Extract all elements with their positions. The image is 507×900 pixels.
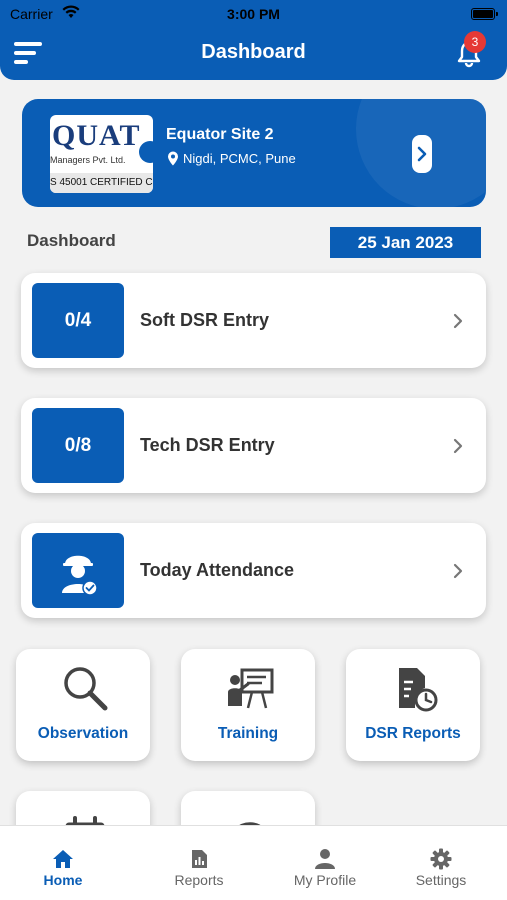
date-badge[interactable]: 25 Jan 2023	[330, 227, 481, 258]
nav-home-label: Home	[43, 872, 83, 888]
tech-dsr-entry-card[interactable]: 0/8 Tech DSR Entry	[21, 398, 486, 493]
training-tile[interactable]: Training	[181, 649, 315, 761]
nav-reports[interactable]: Reports	[136, 826, 262, 900]
site-name: Equator Site 2	[166, 126, 274, 143]
nav-my-profile-label: My Profile	[293, 872, 357, 888]
nav-reports-label: Reports	[174, 872, 224, 888]
soft-dsr-label: Soft DSR Entry	[140, 310, 270, 330]
tech-dsr-label: Tech DSR Entry	[140, 435, 275, 455]
profile-icon	[315, 849, 335, 869]
tech-dsr-count: 0/8	[32, 408, 124, 483]
attendance-label: Today Attendance	[140, 560, 295, 580]
bottom-navigation: Home Reports My Profile Settings	[0, 825, 507, 900]
location-pin-icon	[168, 151, 178, 166]
chevron-right-icon	[417, 146, 427, 162]
dsr-reports-tile[interactable]: DSR Reports	[346, 649, 480, 761]
logo-text: QUAT	[52, 119, 141, 152]
report-clock-icon	[399, 668, 438, 712]
logo-subtext: Managers Pvt. Ltd.	[50, 155, 126, 165]
training-board-icon	[228, 668, 274, 709]
notification-badge: 3	[464, 31, 486, 53]
chevron-right-icon	[453, 313, 463, 329]
battery-icon	[471, 8, 498, 20]
nav-settings[interactable]: Settings	[378, 826, 504, 900]
site-location: Nigdi, PCMC, Pune	[183, 151, 296, 166]
clock: 3:00 PM	[227, 6, 280, 22]
site-logo: QUAT Managers Pvt. Ltd. S 45001 CERTIFIE…	[50, 115, 153, 193]
logo-cert: S 45001 CERTIFIED C	[50, 173, 153, 193]
nav-my-profile[interactable]: My Profile	[262, 826, 388, 900]
soft-dsr-count: 0/4	[32, 283, 124, 358]
observation-tile[interactable]: Observation	[16, 649, 150, 761]
nav-home[interactable]: Home	[0, 826, 126, 900]
observation-label: Observation	[37, 725, 129, 742]
logo-wedge	[139, 141, 153, 163]
training-label: Training	[217, 725, 279, 742]
magnifier-icon	[64, 667, 108, 711]
site-card[interactable]: QUAT Managers Pvt. Ltd. S 45001 CERTIFIE…	[22, 99, 486, 207]
reports-icon	[192, 850, 207, 868]
dsr-reports-label: DSR Reports	[365, 725, 461, 742]
soft-dsr-entry-card[interactable]: 0/4 Soft DSR Entry	[21, 273, 486, 368]
page-title: Dashboard	[201, 41, 306, 63]
worker-check-icon	[62, 555, 98, 596]
status-bar: Carrier 3:00 PM	[0, 0, 507, 28]
gear-icon	[430, 848, 452, 870]
site-arrow-button[interactable]	[412, 135, 432, 173]
section-title: Dashboard	[27, 231, 116, 250]
attendance-badge	[32, 533, 124, 608]
today-attendance-card[interactable]: Today Attendance	[21, 523, 486, 618]
nav-settings-label: Settings	[415, 872, 467, 888]
chevron-right-icon	[453, 438, 463, 454]
chevron-right-icon	[453, 563, 463, 579]
home-icon	[53, 850, 73, 868]
